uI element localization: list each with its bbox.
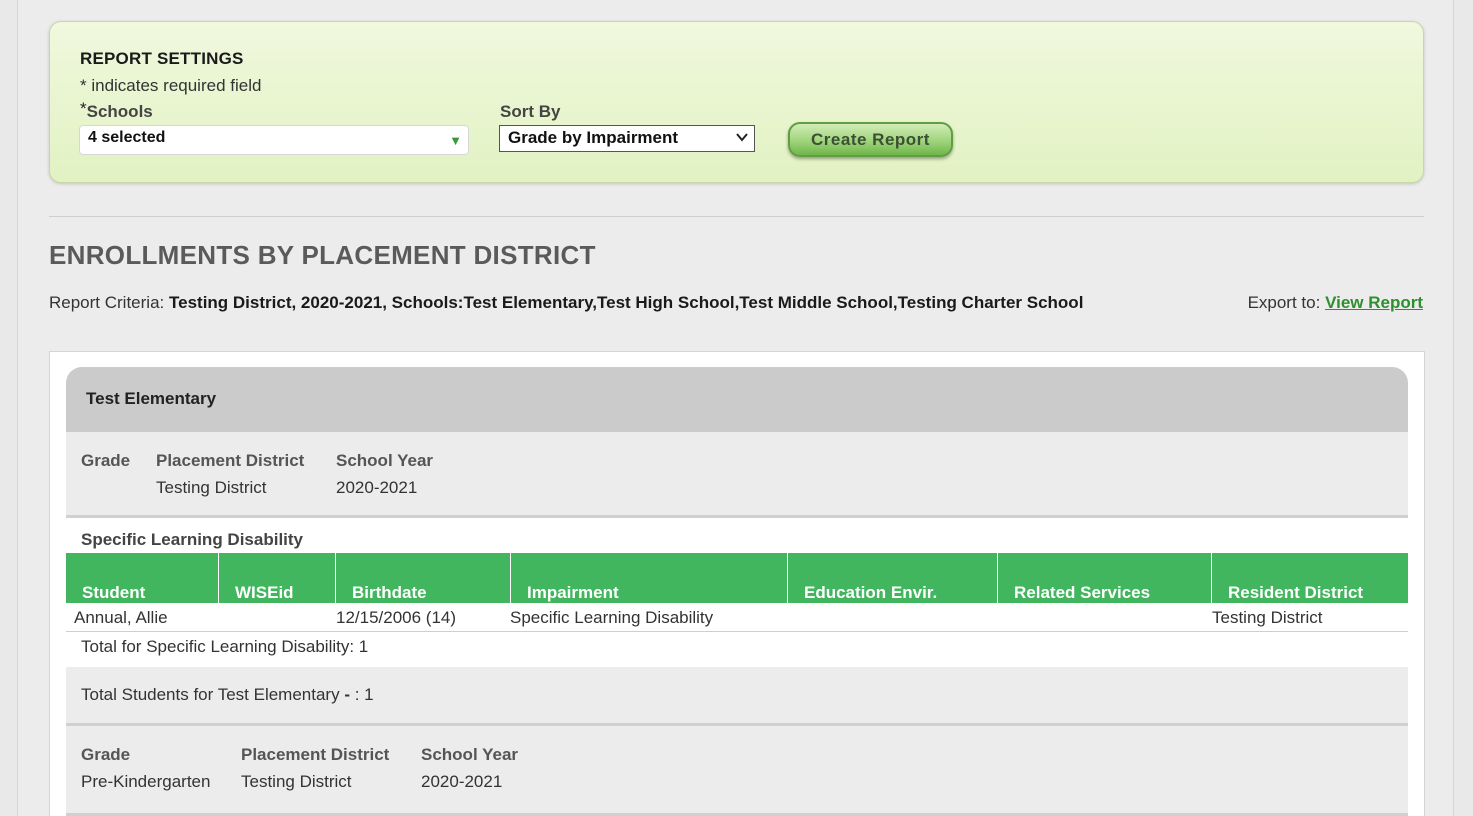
grade-label: Grade (81, 745, 131, 764)
schools-selected-value: 4 selected (88, 129, 166, 146)
placement-district-label: Placement District (241, 745, 390, 764)
required-field-note: * indicates required field (80, 76, 262, 95)
cell-resident-district: Testing District (1212, 608, 1323, 627)
school-year-label: School Year (421, 745, 519, 764)
cell-student: Annual, Allie (74, 608, 168, 627)
criteria-value: Testing District, 2020-2021, Schools:Tes… (169, 293, 1084, 312)
page-container: REPORT SETTINGS * indicates required fie… (17, 0, 1454, 816)
required-star: * (80, 99, 87, 118)
column-header-student[interactable]: Student (66, 553, 219, 603)
school-total: Total Students for Test Elementary - : 1 (66, 667, 1408, 726)
impairment-total: Total for Specific Learning Disability: … (81, 637, 369, 656)
schools-label-text: Schools (86, 102, 153, 121)
schools-label: *Schools (80, 99, 153, 122)
report-criteria: Report Criteria: Testing District, 2020-… (49, 289, 1109, 316)
chevron-down-icon (736, 133, 748, 142)
school-year-label: School Year (336, 451, 434, 470)
grade-label: Grade (81, 451, 131, 470)
school-total-count: : 1 (350, 685, 374, 704)
column-header-birthdate[interactable]: Birthdate (336, 553, 511, 603)
column-header-wiseid[interactable]: WISEid (219, 553, 336, 603)
table-header: Student WISEid Birthdate Impairment Educ… (66, 553, 1408, 603)
schools-multiselect[interactable]: 4 selected ▼ (79, 125, 469, 155)
grade-info-block: Grade Placement District School Year Pre… (66, 726, 1408, 816)
sort-by-value: Grade by Impairment (508, 128, 679, 147)
cell-birthdate: 12/15/2006 (14) (336, 608, 457, 627)
school-year-value: 2020-2021 (336, 478, 418, 497)
grade-info-block: Grade Placement District School Year Tes… (66, 432, 1408, 518)
settings-title: REPORT SETTINGS (80, 49, 244, 68)
sort-by-label: Sort By (500, 102, 561, 121)
export-section: Export to: View Report (1248, 289, 1423, 316)
cell-impairment: Specific Learning Disability (510, 608, 714, 627)
view-report-link[interactable]: View Report (1325, 293, 1423, 312)
school-name: Test Elementary (86, 389, 217, 408)
school-header: Test Elementary (66, 367, 1408, 432)
placement-district-value: Testing District (241, 772, 352, 791)
report-settings-panel: REPORT SETTINGS * indicates required fie… (49, 21, 1424, 183)
placement-district-label: Placement District (156, 451, 305, 470)
criteria-label: Report Criteria: (49, 293, 165, 312)
impairment-group-title: Specific Learning Disability (81, 530, 304, 549)
dropdown-triangle-icon: ▼ (449, 133, 462, 148)
sort-by-select[interactable]: Grade by Impairment (499, 125, 755, 152)
section-divider (49, 216, 1424, 217)
column-header-education-environment[interactable]: Education Envir. (788, 553, 998, 603)
table-row: Annual, Allie 12/15/2006 (14) Specific L… (66, 603, 1408, 632)
school-total-text: Total Students for Test Elementary (81, 685, 345, 704)
column-header-impairment[interactable]: Impairment (511, 553, 788, 603)
column-header-resident-district[interactable]: Resident District (1212, 553, 1408, 603)
grade-value: Pre-Kindergarten (81, 772, 211, 791)
create-report-button[interactable]: Create Report (788, 122, 953, 157)
export-label: Export to: (1247, 293, 1321, 312)
placement-district-value: Testing District (156, 478, 267, 497)
report-title: ENROLLMENTS BY PLACEMENT DISTRICT (49, 240, 596, 270)
column-header-related-services[interactable]: Related Services (998, 553, 1212, 603)
report-results: Test Elementary Grade Placement District… (49, 351, 1425, 816)
school-year-value: 2020-2021 (421, 772, 503, 791)
